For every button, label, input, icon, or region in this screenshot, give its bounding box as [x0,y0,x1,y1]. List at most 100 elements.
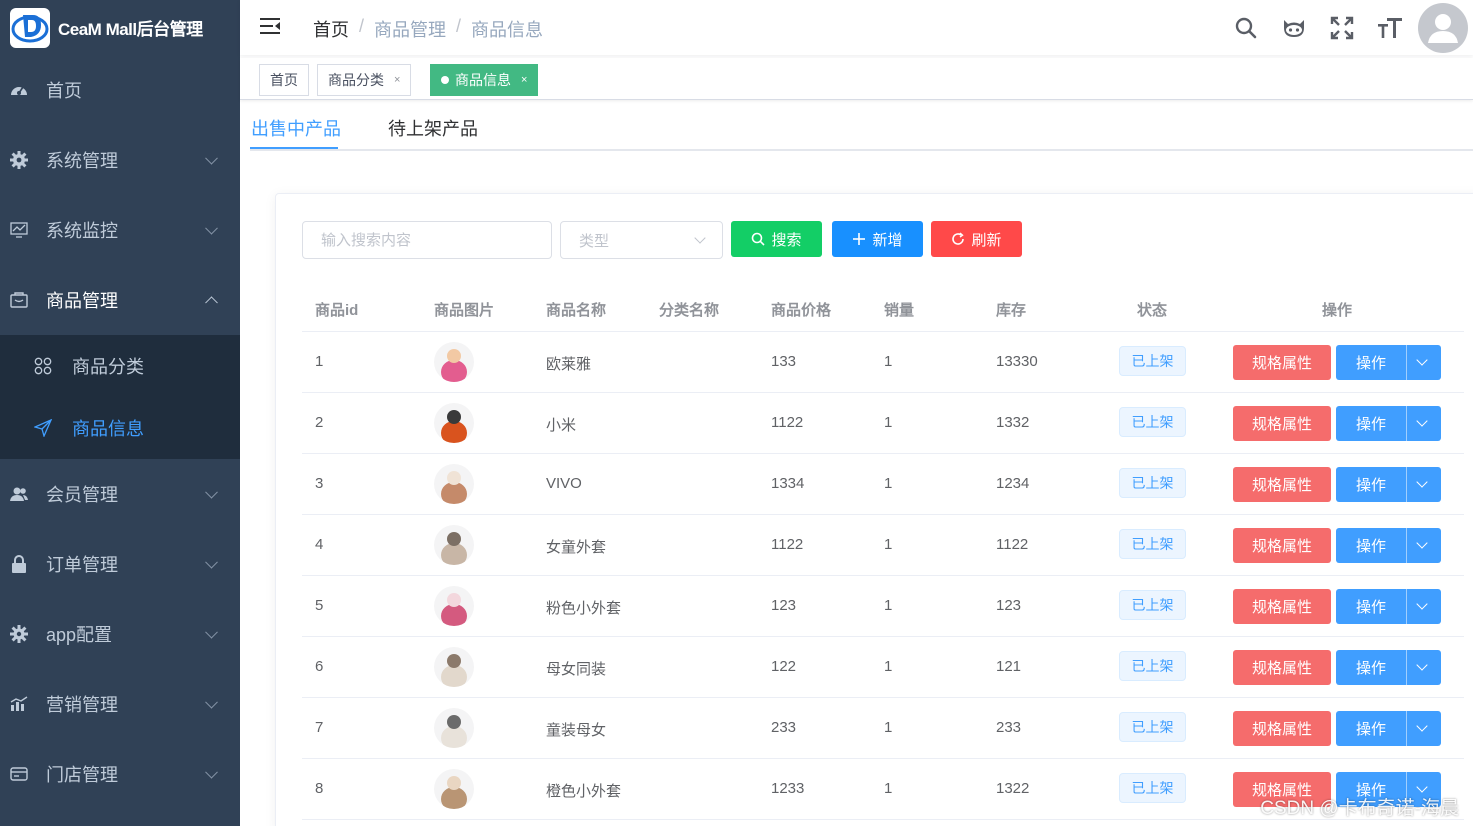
hamburger-icon[interactable] [260,17,282,35]
active-dot-icon [441,76,449,84]
tag-goods-info[interactable]: 商品信息 × [430,64,539,96]
chevron-down-icon [205,765,218,779]
product-image[interactable] [434,342,474,382]
operation-button-label[interactable]: 操作 [1336,528,1406,563]
logo[interactable]: CeaM Mall后台管理 [0,0,240,55]
tab-pending[interactable]: 待上架产品 [388,115,478,141]
cell-price: 1334 [771,475,805,492]
product-image[interactable] [434,647,474,687]
cell-name: 粉色小外套 [546,600,622,617]
chevron-down-icon[interactable] [1416,354,1428,366]
operation-dropdown-button[interactable]: 操作 [1336,345,1441,380]
header-status: 状态 [1137,302,1168,319]
chevron-down-icon[interactable] [1416,537,1428,549]
sidebar-item-2[interactable]: 系统监控 [0,195,240,265]
app-title: CeaM Mall后台管理 [58,20,203,39]
product-image[interactable] [434,769,474,809]
add-button-label: 新增 [872,231,903,249]
sidebar-item-4[interactable]: 会员管理 [0,459,240,529]
github-icon[interactable] [1270,8,1318,48]
tab-on-sale[interactable]: 出售中产品 [251,115,341,141]
operation-button-label[interactable]: 操作 [1336,406,1406,441]
spec-attributes-button[interactable]: 规格属性 [1233,406,1331,441]
chevron-down-icon[interactable] [1416,781,1428,793]
product-image[interactable] [434,708,474,748]
operation-dropdown-button[interactable]: 操作 [1336,711,1441,746]
users-icon [10,485,28,503]
chevron-down-icon[interactable] [1416,720,1428,732]
breadcrumb-separator: / [359,16,365,36]
refresh-button[interactable]: 刷新 [931,221,1022,257]
cell-stock: 1322 [996,780,1030,797]
sidebar-item-6[interactable]: app配置 [0,599,240,669]
product-image[interactable] [434,403,474,443]
spec-attributes-button[interactable]: 规格属性 [1233,528,1331,563]
cell-sales: 1 [884,658,893,675]
operation-button-label[interactable]: 操作 [1336,589,1406,624]
product-table: 商品id 商品图片 商品名称 分类名称 商品价格 销量 库存 状态 操作 1 欧莱… [302,284,1464,820]
chevron-down-icon[interactable] [1416,476,1428,488]
cell-stock: 1234 [996,475,1030,492]
breadcrumb-goods-info: 商品信息 [471,20,544,40]
close-icon[interactable]: × [394,74,400,86]
operation-button-label[interactable]: 操作 [1336,467,1406,502]
chevron-up-icon [205,296,218,310]
cell-name: 欧莱雅 [546,356,592,373]
avatar[interactable] [1418,2,1468,53]
close-icon[interactable]: × [521,74,527,86]
operation-dropdown-button[interactable]: 操作 [1336,467,1441,502]
sidebar-item-3[interactable]: 商品管理 [0,265,240,335]
tag-goods-category[interactable]: 商品分类 × [317,64,412,96]
product-image[interactable] [434,464,474,504]
status-badge: 已上架 [1119,712,1186,742]
operation-button-label[interactable]: 操作 [1336,650,1406,685]
tag-label: 首页 [270,72,298,88]
search-button-label: 搜索 [771,231,802,249]
spec-attributes-button[interactable]: 规格属性 [1233,467,1331,502]
fullscreen-icon[interactable] [1318,8,1366,48]
chevron-down-icon[interactable] [1416,415,1428,427]
cell-id: 3 [315,475,324,492]
table-row: 7 童装母女 233 1 233 已上架 规格属性 操作 [302,698,1464,759]
spec-attributes-button[interactable]: 规格属性 [1233,589,1331,624]
type-select[interactable]: 类型 [560,221,723,259]
tag-home[interactable]: 首页 [259,64,309,96]
chevron-down-icon[interactable] [1416,659,1428,671]
cell-id: 2 [315,414,324,431]
spec-attributes-button[interactable]: 规格属性 [1233,345,1331,380]
sidebar-item-8[interactable]: 门店管理 [0,739,240,809]
operation-dropdown-button[interactable]: 操作 [1336,589,1441,624]
button-divider [1406,345,1407,380]
spec-attributes-button[interactable]: 规格属性 [1233,711,1331,746]
submenu-item-1[interactable]: 商品信息 [0,397,240,459]
cell-id: 4 [315,536,324,553]
cell-price: 1122 [771,414,804,431]
sidebar-item-7[interactable]: 营销管理 [0,669,240,739]
header-name: 商品名称 [546,302,607,319]
product-image[interactable] [434,586,474,626]
operation-button-label[interactable]: 操作 [1336,345,1406,380]
breadcrumb-home[interactable]: 首页 [313,16,349,42]
operation-dropdown-button[interactable]: 操作 [1336,406,1441,441]
table-header: 商品id 商品图片 商品名称 分类名称 商品价格 销量 库存 状态 操作 [302,284,1464,332]
font-size-icon[interactable] [1366,8,1414,48]
status-badge: 已上架 [1119,346,1186,376]
sidebar-item-5[interactable]: 订单管理 [0,529,240,599]
operation-button-label[interactable]: 操作 [1336,711,1406,746]
search-button[interactable]: 搜索 [731,221,822,257]
add-button[interactable]: 新增 [832,221,923,257]
spec-attributes-button[interactable]: 规格属性 [1233,650,1331,685]
sidebar-item-0[interactable]: 首页 [0,55,240,125]
header-id: 商品id [315,302,359,319]
chevron-down-icon[interactable] [1416,598,1428,610]
product-image[interactable] [434,525,474,565]
chevron-down-icon [205,695,218,709]
search-icon[interactable] [1222,8,1270,48]
operation-dropdown-button[interactable]: 操作 [1336,650,1441,685]
table-row: 5 粉色小外套 123 1 123 已上架 规格属性 操作 [302,576,1464,637]
operation-dropdown-button[interactable]: 操作 [1336,528,1441,563]
submenu-item-0[interactable]: 商品分类 [0,335,240,397]
search-input[interactable] [302,221,552,259]
button-divider [1406,467,1407,502]
sidebar-item-1[interactable]: 系统管理 [0,125,240,195]
